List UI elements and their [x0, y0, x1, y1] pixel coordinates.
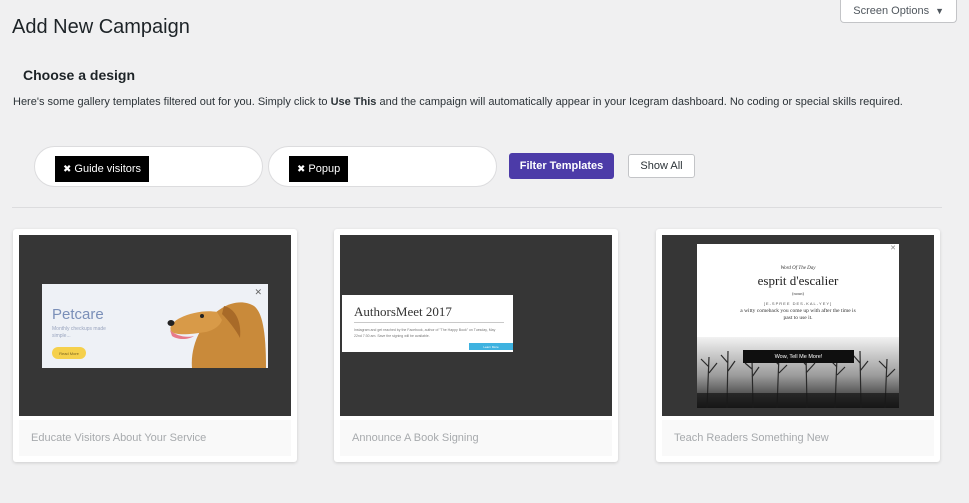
preview-body: Instagram and get reached by the Faceboo… — [354, 328, 496, 338]
divider — [12, 207, 942, 208]
preview-button: Learn More — [469, 343, 513, 350]
template-card-esprit[interactable]: ✕ Word Of The Day esprit d'escalier (nou… — [656, 229, 940, 462]
description-text-2: and the campaign will automatically appe… — [376, 96, 903, 108]
filter-chip-label: Guide visitors — [74, 163, 142, 175]
description-use-this: Use This — [330, 96, 377, 108]
preview-part-of-speech: (noun) — [792, 291, 804, 296]
template-preview[interactable]: ✕ Word Of The Day esprit d'escalier (nou… — [662, 235, 934, 416]
template-label: Educate Visitors About Your Service — [19, 420, 291, 456]
filter-chip-guide-visitors[interactable]: ✖ Guide visitors — [55, 156, 150, 182]
preview-title: Petcare — [52, 306, 104, 323]
forest-image — [697, 337, 899, 408]
word-of-day-popup-preview: ✕ Word Of The Day esprit d'escalier (nou… — [697, 244, 899, 408]
authorsmeet-popup-preview: AuthorsMeet 2017 Instagram and get reach… — [342, 295, 513, 352]
divider — [354, 322, 504, 323]
page-title: Add New Campaign — [12, 16, 190, 38]
preview-button: Wow, Tell Me More! — [743, 350, 854, 363]
preview-subtitle: Monthly checkups made simple... — [52, 326, 106, 339]
preview-title: AuthorsMeet 2017 — [354, 304, 452, 319]
preview-title: esprit d'escalier — [757, 273, 839, 288]
template-label: Teach Readers Something New — [662, 420, 934, 456]
template-card-petcare[interactable]: ✕ Petcare Monthly checkups made simple..… — [13, 229, 297, 462]
template-preview[interactable]: ✕ Petcare Monthly checkups made simple..… — [19, 235, 291, 416]
preview-button: Read More — [52, 347, 86, 359]
show-all-button[interactable]: Show All — [628, 154, 695, 178]
dog-image — [167, 302, 266, 368]
description-text-1: Here's some gallery templates filtered o… — [13, 96, 331, 108]
filter-templates-button[interactable]: Filter Templates — [509, 153, 614, 179]
screen-options-label: Screen Options — [853, 5, 930, 17]
filter-chip-label: Popup — [308, 163, 341, 175]
type-filter-input[interactable]: ✖ Popup — [268, 146, 497, 187]
preview-phonetic: [E-SPREE DES-KAL-YEY] — [763, 301, 833, 306]
screen-options-button[interactable]: Screen Options ▼ — [840, 0, 957, 23]
template-card-authorsmeet[interactable]: AuthorsMeet 2017 Instagram and get reach… — [334, 229, 618, 462]
template-label: Announce A Book Signing — [340, 420, 612, 456]
preview-definition: a witty comeback you come up with after … — [740, 308, 856, 321]
section-title: Choose a design — [23, 67, 136, 83]
goal-filter-input[interactable]: ✖ Guide visitors — [34, 146, 263, 187]
preview-kicker: Word Of The Day — [780, 266, 816, 271]
page-description: Here's some gallery templates filtered o… — [13, 95, 933, 110]
petcare-popup-preview: ✕ Petcare Monthly checkups made simple..… — [42, 284, 268, 368]
template-preview[interactable]: AuthorsMeet 2017 Instagram and get reach… — [340, 235, 612, 416]
close-icon[interactable]: ✖ — [297, 164, 305, 175]
filter-chip-popup[interactable]: ✖ Popup — [289, 156, 349, 182]
close-icon: ✕ — [890, 245, 896, 252]
close-icon[interactable]: ✖ — [63, 164, 71, 175]
caret-down-icon: ▼ — [935, 6, 944, 16]
